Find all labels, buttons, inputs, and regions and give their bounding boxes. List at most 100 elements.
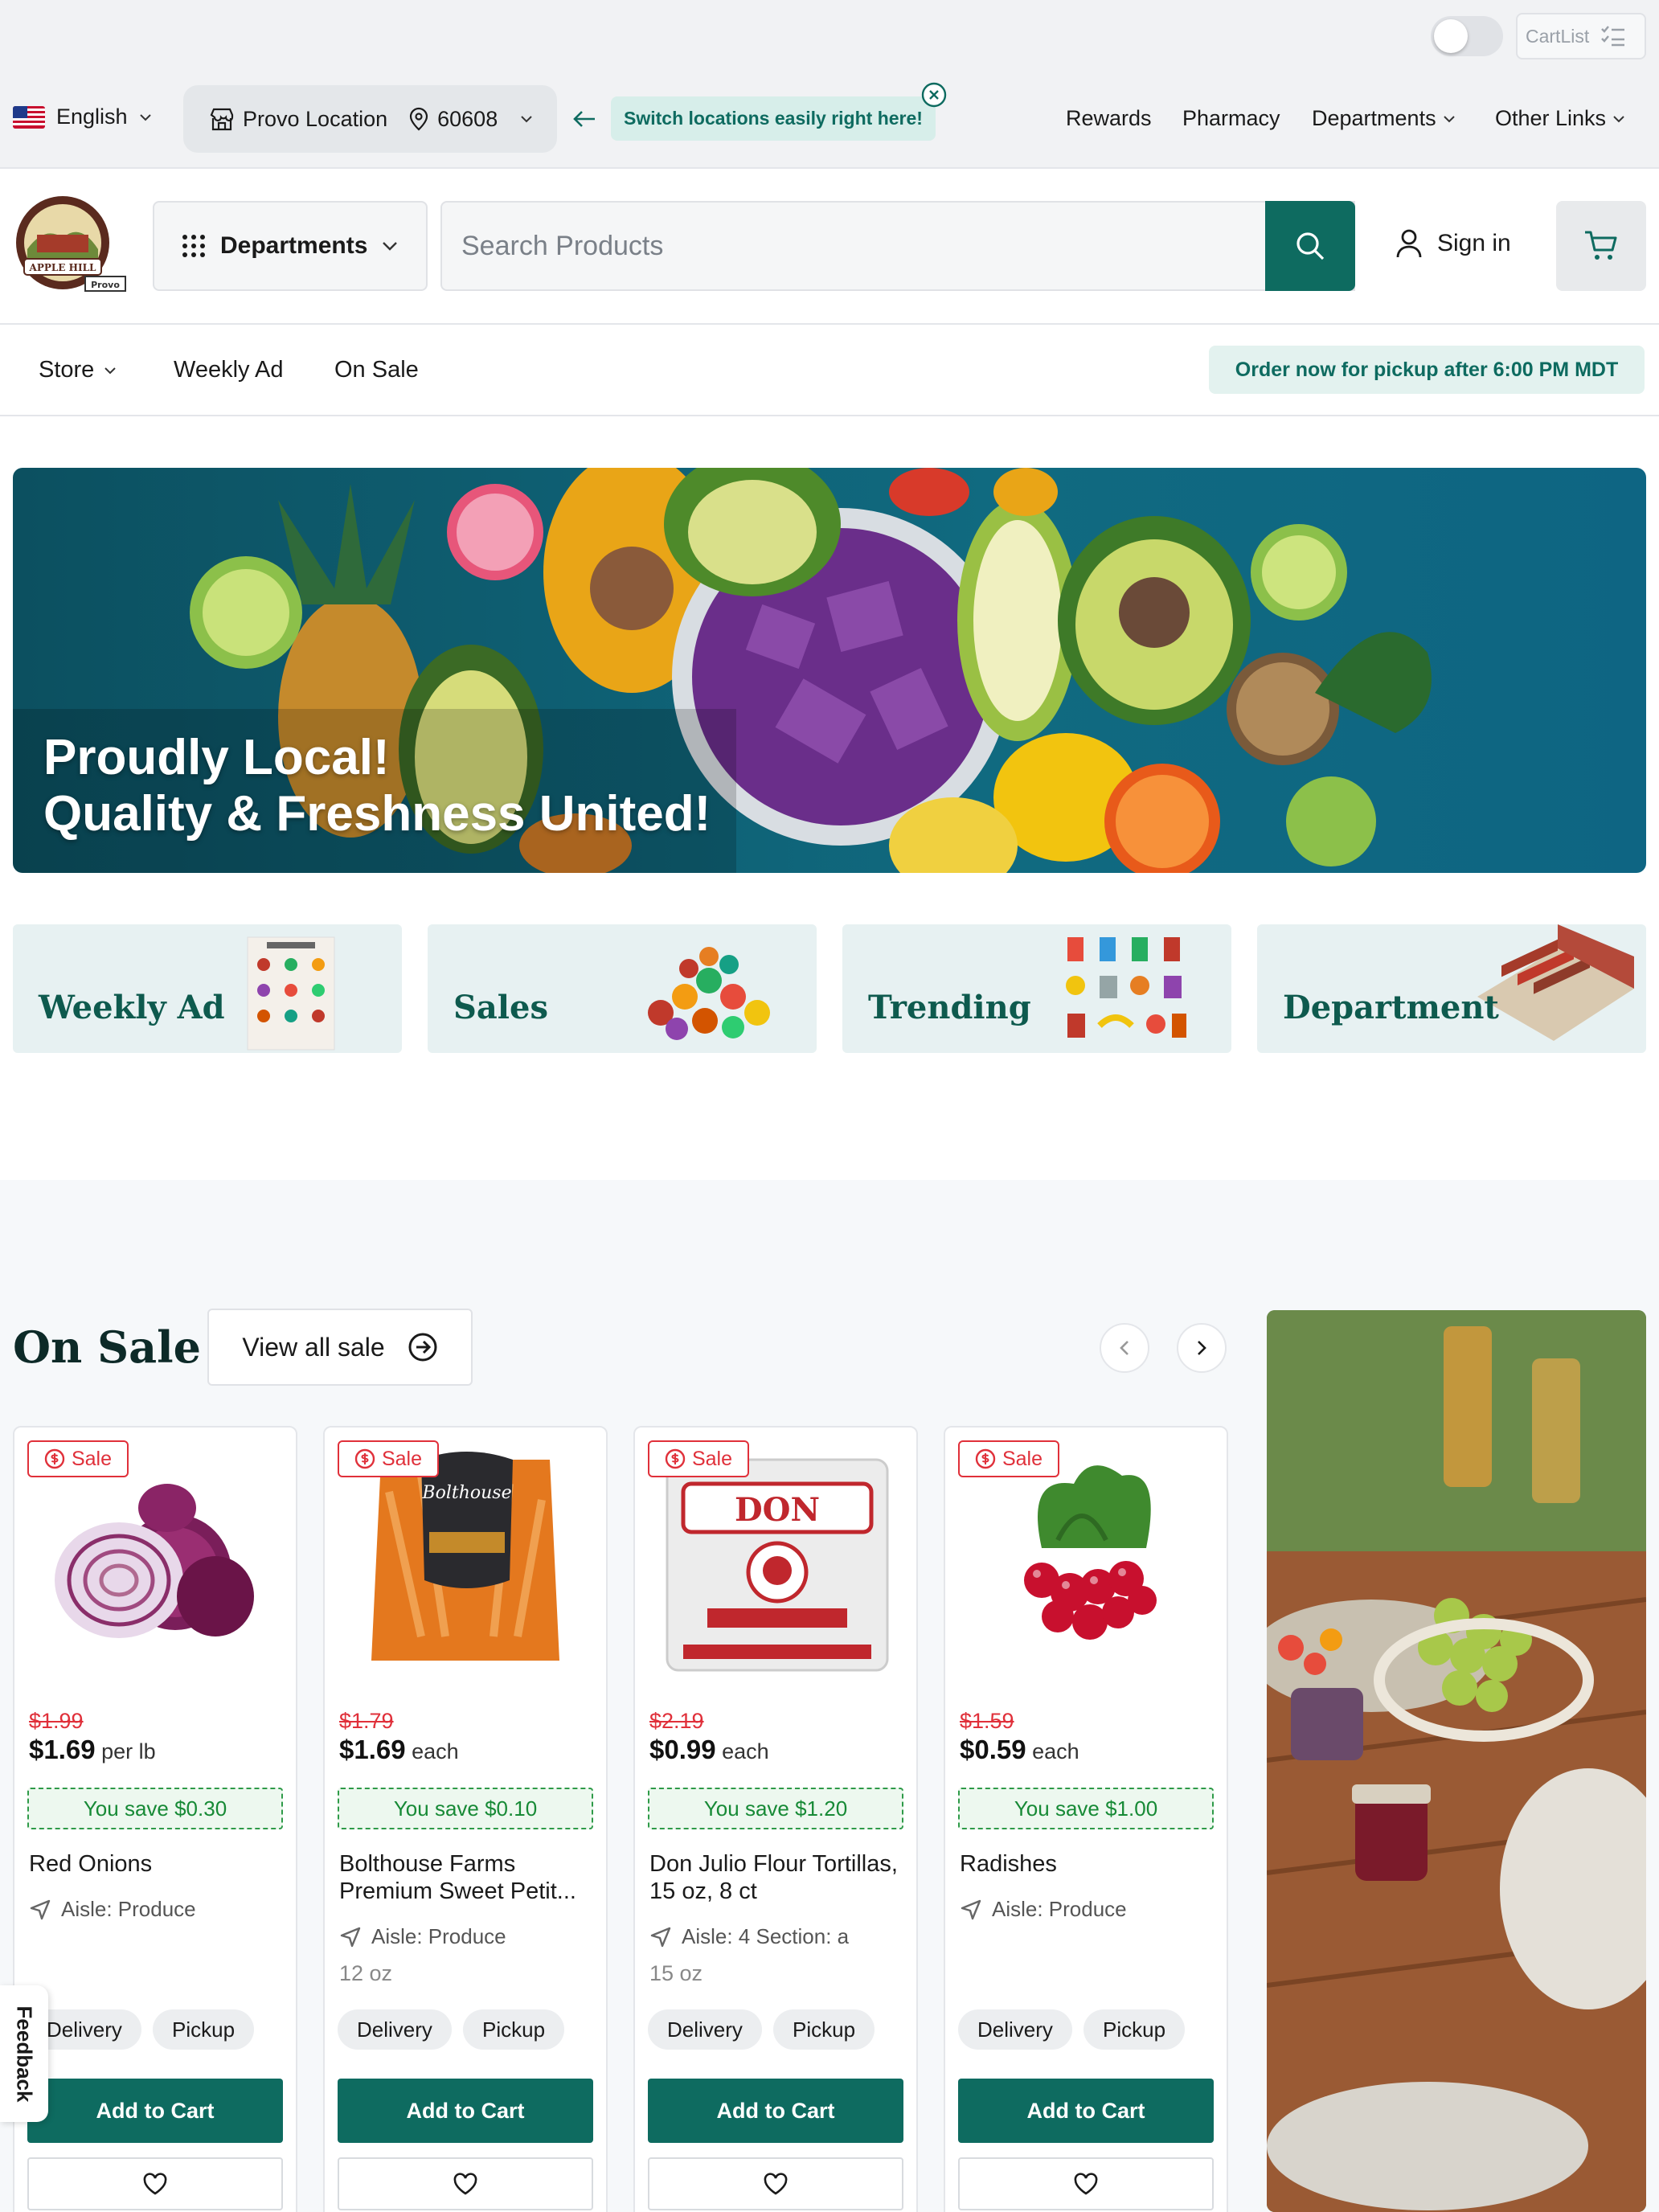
view-all-sale-label: View all sale — [242, 1332, 385, 1362]
chevron-right-icon — [1198, 1341, 1206, 1355]
on-sale-heading: On Sale — [13, 1321, 201, 1373]
logo-text: APPLE HILL — [29, 262, 97, 273]
pickup-label: Pickup — [172, 2017, 236, 2042]
add-to-cart-label: Add to Cart — [716, 2098, 835, 2123]
feedback-tab[interactable]: Feedback — [0, 1985, 48, 2122]
view-all-sale-button[interactable]: View all sale — [207, 1309, 473, 1386]
user-icon — [1396, 229, 1422, 258]
tile-department-label: Department — [1283, 989, 1499, 1026]
favorite-button[interactable] — [648, 2157, 903, 2210]
pickup-chip[interactable]: Pickup — [463, 2009, 565, 2050]
add-to-cart-label: Add to Cart — [1026, 2098, 1145, 2123]
tile-sales[interactable]: Sales — [428, 924, 817, 1053]
pickup-chip[interactable]: Pickup — [1083, 2009, 1186, 2050]
search-button[interactable] — [1265, 201, 1355, 291]
pickup-chip[interactable]: Pickup — [153, 2009, 255, 2050]
add-to-cart-button[interactable]: Add to Cart — [958, 2079, 1214, 2143]
hero-banner[interactable]: Proudly Local! Quality & Freshness Unite… — [13, 468, 1646, 873]
aisle-info: Aisle: Produce — [339, 1924, 506, 1949]
sale-badge-label: Sale — [71, 1447, 113, 1470]
baby-carrots-bag-image: Bolthouse — [371, 1452, 559, 1661]
language-label: English — [56, 104, 128, 129]
product-name[interactable]: Red Onions — [29, 1850, 286, 1878]
original-price: $1.99 — [29, 1709, 84, 1733]
sale-price-line: $1.69 each — [339, 1735, 459, 1765]
product-card[interactable]: Sale DON $2.19 $0.99 each You save $1.20… — [633, 1426, 918, 2212]
sale-price-line: $0.99 each — [649, 1735, 769, 1765]
zip-code: 60608 — [437, 106, 498, 131]
delivery-chip[interactable]: Delivery — [338, 2009, 452, 2050]
on-sale-link[interactable]: On Sale — [334, 357, 419, 383]
product-card[interactable]: Sale Bolthouse $1.79 $1.69 each You save… — [323, 1426, 608, 2212]
sale-price: $1.69 — [29, 1735, 96, 1764]
savings-text: You save $1.00 — [1014, 1796, 1158, 1821]
tile-department[interactable]: Department — [1257, 924, 1646, 1053]
favorite-button[interactable] — [27, 2157, 283, 2210]
aisle-text: Aisle: Produce — [371, 1924, 506, 1948]
radishes-image — [1024, 1465, 1157, 1640]
nav-departments[interactable]: Departments — [1312, 106, 1456, 131]
savings-box: You save $1.00 — [958, 1788, 1214, 1829]
departments-menu-button[interactable]: Departments — [153, 201, 428, 291]
delivery-label: Delivery — [47, 2017, 122, 2042]
price-unit: each — [412, 1739, 459, 1763]
sale-badge: Sale — [27, 1440, 129, 1477]
cartlist-button[interactable]: CartList — [1516, 13, 1646, 59]
heart-icon — [453, 2173, 477, 2195]
savings-text: You save $0.30 — [83, 1796, 227, 1821]
delivery-chip[interactable]: Delivery — [648, 2009, 762, 2050]
product-card[interactable]: Sale $1.99 $1.69 per lb You save $0.30 R… — [13, 1426, 297, 2212]
main-header: APPLE HILL Provo Departments Sign in — [0, 169, 1659, 325]
nav-rewards[interactable]: Rewards — [1066, 106, 1152, 131]
sale-price: $1.69 — [339, 1735, 406, 1764]
price-unit: per lb — [101, 1739, 156, 1763]
sub-navigation: Store Weekly Ad On Sale Order now for pi… — [0, 325, 1659, 416]
language-selector[interactable]: English — [13, 104, 152, 129]
on-sale-label: On Sale — [334, 357, 419, 383]
add-to-cart-button[interactable]: Add to Cart — [338, 2079, 593, 2143]
product-card[interactable]: Sale $1.59 $0.59 each You save $1.00 Rad… — [944, 1426, 1228, 2212]
chevron-down-icon — [1443, 115, 1455, 122]
store-logo[interactable]: APPLE HILL Provo — [13, 193, 127, 296]
cart-button[interactable] — [1556, 201, 1646, 291]
pickup-chip[interactable]: Pickup — [773, 2009, 875, 2050]
sign-in-link[interactable]: Sign in — [1395, 228, 1511, 259]
pickup-label: Pickup — [1103, 2017, 1166, 2042]
promo-picnic-photo[interactable] — [1267, 1310, 1646, 2212]
search-input[interactable] — [442, 203, 1354, 289]
switch-hint-bubble: Switch locations easily right here! — [611, 82, 947, 141]
svg-text:Bolthouse: Bolthouse — [421, 1483, 511, 1503]
arrow-left-icon — [573, 110, 595, 127]
chevron-down-icon — [521, 116, 532, 123]
nav-pharmacy[interactable]: Pharmacy — [1182, 106, 1280, 131]
delivery-chip[interactable]: Delivery — [958, 2009, 1072, 2050]
tile-weekly-ad[interactable]: Weekly Ad — [13, 924, 402, 1053]
store-menu[interactable]: Store — [39, 357, 117, 383]
nav-other-links[interactable]: Other Links — [1495, 106, 1625, 131]
favorite-button[interactable] — [958, 2157, 1214, 2210]
sign-in-label: Sign in — [1437, 230, 1511, 256]
dollar-circle-icon — [44, 1448, 65, 1469]
carousel-prev-button[interactable] — [1100, 1323, 1149, 1373]
product-name[interactable]: Bolthouse Farms Premium Sweet Petit... — [339, 1850, 596, 1905]
close-icon[interactable] — [921, 82, 947, 108]
add-to-cart-button[interactable]: Add to Cart — [27, 2079, 283, 2143]
tile-trending[interactable]: Trending — [842, 924, 1231, 1053]
tile-weekly-ad-label: Weekly Ad — [39, 989, 225, 1026]
savings-text: You save $0.10 — [393, 1796, 538, 1821]
red-onions-image — [55, 1484, 254, 1638]
cartlist-toggle[interactable] — [1431, 16, 1503, 56]
location-selector[interactable]: Provo Location 60608 — [183, 85, 557, 153]
chevron-down-icon — [1613, 115, 1624, 122]
favorite-button[interactable] — [338, 2157, 593, 2210]
feedback-label: Feedback — [12, 2005, 37, 2102]
weekly-ad-link[interactable]: Weekly Ad — [174, 357, 283, 383]
dollar-circle-icon — [354, 1448, 375, 1469]
carousel-next-button[interactable] — [1177, 1323, 1227, 1373]
add-to-cart-label: Add to Cart — [406, 2098, 525, 2123]
chevron-left-icon — [1120, 1341, 1129, 1355]
product-name[interactable]: Radishes — [960, 1850, 1217, 1878]
product-name[interactable]: Don Julio Flour Tortillas, 15 oz, 8 ct — [649, 1850, 907, 1905]
weekly-ad-label: Weekly Ad — [174, 357, 284, 383]
add-to-cart-button[interactable]: Add to Cart — [648, 2079, 903, 2143]
